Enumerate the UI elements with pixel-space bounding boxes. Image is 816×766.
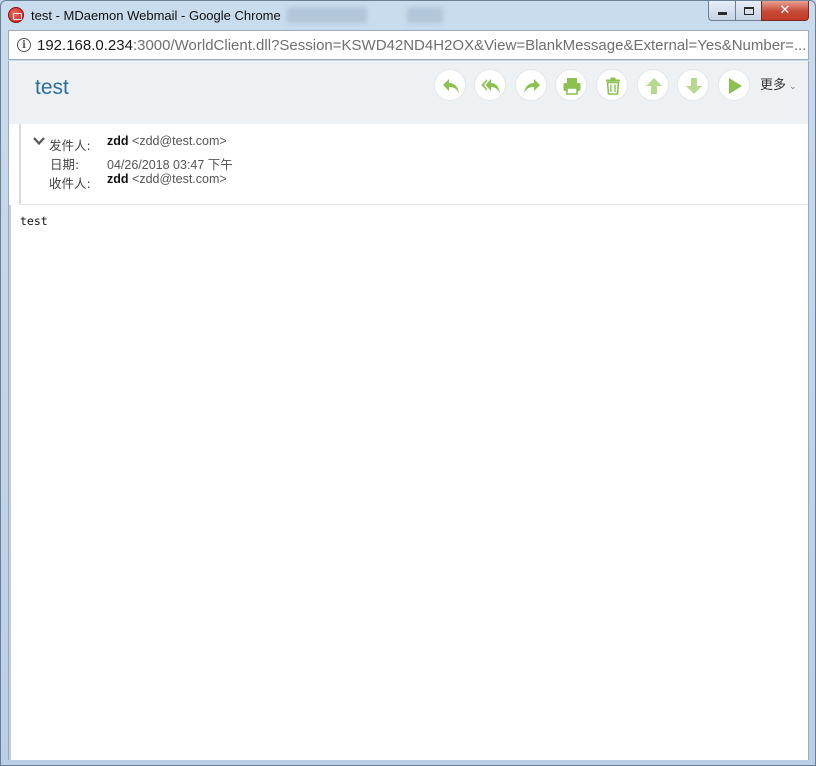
minimize-button[interactable] xyxy=(708,1,736,21)
from-email: <zdd@test.com> xyxy=(132,134,227,148)
url-host: 192.168.0.234 xyxy=(37,36,133,54)
blurred-tab xyxy=(287,7,367,23)
arrow-down-icon xyxy=(686,78,702,94)
trash-icon xyxy=(606,77,620,95)
title-bar[interactable]: test - MDaemon Webmail - Google Chrome ✕ xyxy=(1,1,815,29)
chevron-down-icon: ⌄ xyxy=(789,81,797,91)
from-value[interactable]: zdd <zdd@test.com> xyxy=(107,134,227,148)
message-body-text: test xyxy=(20,214,48,228)
play-icon xyxy=(729,78,742,94)
message-body-pane[interactable]: test xyxy=(9,205,808,760)
date-value: 04/26/2018 03:47 下午 xyxy=(107,158,233,172)
to-email: <zdd@test.com> xyxy=(132,172,227,186)
webmail-message-view: test 更多 ⌄ 发件人: zdd <zdd@test.com> 日期: 04… xyxy=(8,61,809,760)
forward-icon xyxy=(524,79,540,93)
play-button[interactable] xyxy=(718,69,750,101)
maximize-button[interactable] xyxy=(735,1,762,21)
window-title: test - MDaemon Webmail - Google Chrome xyxy=(31,8,281,23)
from-name: zdd xyxy=(107,134,129,148)
forward-button[interactable] xyxy=(515,69,547,101)
to-name: zdd xyxy=(107,172,129,186)
message-toolbar: test 更多 ⌄ xyxy=(9,61,808,124)
from-label: 发件人: xyxy=(49,138,91,153)
url-text[interactable]: 192.168.0.234:3000/WorldClient.dll?Sessi… xyxy=(37,37,806,54)
to-label: 收件人: xyxy=(49,176,91,191)
date-label: 日期: xyxy=(50,157,80,172)
browser-window: test - MDaemon Webmail - Google Chrome ✕… xyxy=(0,0,816,766)
message-subject: test xyxy=(35,76,69,99)
print-button[interactable] xyxy=(555,69,587,101)
previous-message-button[interactable] xyxy=(637,69,669,101)
close-icon: ✕ xyxy=(779,3,791,18)
more-label: 更多 xyxy=(760,77,787,92)
reply-all-button[interactable] xyxy=(474,69,506,101)
minimize-icon xyxy=(717,12,727,15)
url-path: :3000/WorldClient.dll?Session=KSWD42ND4H… xyxy=(132,36,807,54)
maximize-icon xyxy=(743,6,754,15)
message-header-pane: 发件人: zdd <zdd@test.com> 日期: 04/26/2018 0… xyxy=(19,124,808,205)
reply-all-icon xyxy=(481,79,500,93)
collapse-headers-chevron-icon[interactable] xyxy=(33,135,45,147)
address-bar[interactable]: i 192.168.0.234:3000/WorldClient.dll?Ses… xyxy=(8,30,809,60)
next-message-button[interactable] xyxy=(677,69,709,101)
reply-icon xyxy=(443,79,459,93)
close-window-button[interactable]: ✕ xyxy=(761,1,809,21)
arrow-up-icon xyxy=(646,78,662,94)
reply-button[interactable] xyxy=(434,69,466,101)
mdaemon-app-icon xyxy=(8,7,24,23)
print-icon xyxy=(563,78,581,95)
blurred-tab xyxy=(407,7,443,23)
site-info-icon[interactable]: i xyxy=(17,38,31,52)
to-value[interactable]: zdd <zdd@test.com> xyxy=(107,172,227,186)
more-menu-button[interactable]: 更多 ⌄ xyxy=(760,74,797,93)
delete-button[interactable] xyxy=(596,69,628,101)
